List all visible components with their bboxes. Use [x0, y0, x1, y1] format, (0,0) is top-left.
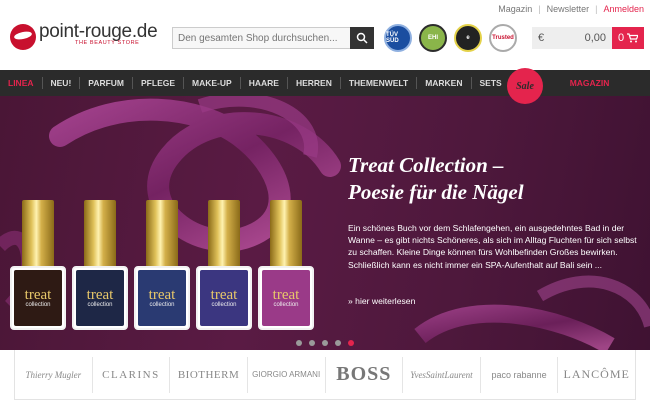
bottle-label: treat	[148, 287, 176, 303]
bottle-glass: treat collection	[72, 266, 128, 330]
cart-icon	[627, 33, 639, 43]
bottle-glass: treat collection	[258, 266, 314, 330]
sale-badge[interactable]: Sale	[507, 68, 543, 104]
bottle-cap	[208, 200, 240, 268]
slider-dots	[296, 340, 354, 346]
hero-banner[interactable]: treat collection treat collection treat col…	[0, 96, 650, 350]
nail-polish-bottle: treat collection	[134, 200, 190, 330]
main-nav: LINEA NEU! PARFUM PFLEGE MAKE-UP HAARE H…	[0, 70, 650, 96]
bottle-sublabel: collection	[149, 302, 175, 308]
cart-currency: €	[538, 32, 545, 44]
hero-title-line1: Treat Collection –	[348, 153, 504, 177]
bottle-sublabel: collection	[87, 302, 113, 308]
slider-dot[interactable]	[335, 340, 341, 346]
bottle-sublabel: collection	[25, 302, 51, 308]
trusted-badge[interactable]: Trusted	[489, 24, 517, 52]
brand-boss[interactable]: BOSS	[326, 356, 404, 393]
cart-button[interactable]: 0	[612, 27, 644, 49]
nav-sets[interactable]: SETS	[472, 77, 510, 89]
hero-text: Ein schönes Buch vor dem Schlafengehen, …	[348, 223, 637, 270]
brand-giorgio-armani[interactable]: GIORGIO ARMANI	[248, 356, 326, 393]
hero-title-line2: Poesie für die Nägel	[348, 180, 524, 204]
search-input[interactable]	[172, 27, 350, 49]
trusted-shops-badge[interactable]: e	[454, 24, 482, 52]
search-icon	[356, 32, 368, 44]
nav-magazin[interactable]: MAGAZIN	[570, 78, 610, 88]
login-link[interactable]: Anmelden	[603, 4, 644, 14]
newsletter-link[interactable]: Newsletter	[547, 4, 590, 14]
bottle-label: treat	[210, 287, 238, 303]
ehi-badge[interactable]: EHI	[419, 24, 447, 52]
polish-label: treat collection	[262, 270, 310, 326]
polish-label: treat collection	[14, 270, 62, 326]
brand-thierry-mugler[interactable]: Thierry Mugler	[15, 356, 93, 393]
brand-biotherm[interactable]: BIOTHERM	[170, 356, 248, 393]
logo[interactable]: point-rouge.de THE BEAUTY STORE	[10, 21, 158, 50]
separator: |	[538, 4, 541, 14]
slider-dot[interactable]	[322, 340, 328, 346]
read-more-link[interactable]: » hier weiterlesen	[348, 296, 415, 306]
search-bar	[172, 27, 374, 49]
slider-dot-active[interactable]	[348, 340, 354, 346]
brand-paco-rabanne[interactable]: paco rabanne	[481, 356, 559, 393]
separator: |	[595, 4, 598, 14]
polish-label: treat collection	[76, 270, 124, 326]
cart-total: 0,00	[584, 32, 606, 44]
polish-label: treat collection	[138, 270, 186, 326]
bottle-glass: treat collection	[196, 266, 252, 330]
bottle-sublabel: collection	[273, 302, 299, 308]
bottle-glass: treat collection	[134, 266, 190, 330]
bottle-cap	[270, 200, 302, 268]
bottle-cap	[84, 200, 116, 268]
nav-haare[interactable]: HAARE	[241, 77, 288, 89]
nail-polish-bottle: treat collection	[258, 200, 314, 330]
tuev-badge[interactable]: TÜV SÜD	[384, 24, 412, 52]
trust-badges: TÜV SÜD EHI e Trusted	[384, 24, 517, 52]
nail-polish-bottle: treat collection	[72, 200, 128, 330]
nail-polish-bottle: treat collection	[10, 200, 66, 330]
nav-themenwelt[interactable]: THEMENWELT	[341, 77, 418, 89]
brand-ysl[interactable]: YvesSaintLaurent	[403, 356, 481, 393]
nav-linea[interactable]: LINEA	[0, 77, 43, 89]
cart[interactable]: € 0,00 0	[532, 27, 644, 49]
cart-amount: € 0,00	[532, 27, 612, 49]
bottle-cap	[22, 200, 54, 268]
polish-label: treat collection	[200, 270, 248, 326]
bottle-sublabel: collection	[211, 302, 237, 308]
bottle-cap	[146, 200, 178, 268]
bottle-glass: treat collection	[10, 266, 66, 330]
bottle-label: treat	[272, 287, 300, 303]
logo-mark-icon	[10, 24, 36, 50]
magazin-link[interactable]: Magazin	[498, 4, 532, 14]
nav-parfum[interactable]: PARFUM	[80, 77, 134, 89]
logo-name: point-rouge.de	[39, 21, 158, 42]
slider-dot[interactable]	[296, 340, 302, 346]
nav-neu[interactable]: NEU!	[43, 77, 81, 89]
bottle-label: treat	[86, 287, 114, 303]
brand-clarins[interactable]: CLARINS	[93, 356, 171, 393]
cart-count: 0	[617, 32, 625, 44]
nav-herren[interactable]: HERREN	[288, 77, 341, 89]
bottle-label: treat	[24, 287, 52, 303]
top-links: Magazin | Newsletter | Anmelden	[498, 4, 644, 14]
nail-polish-bottle: treat collection	[196, 200, 252, 330]
nav-marken[interactable]: MARKEN	[417, 77, 472, 89]
brand-lancome[interactable]: LANCÔME	[558, 357, 635, 393]
slider-dot[interactable]	[309, 340, 315, 346]
nav-pflege[interactable]: PFLEGE	[133, 77, 185, 89]
brand-strip: Thierry Mugler CLARINS BIOTHERM GIORGIO …	[14, 350, 636, 400]
hero-title: Treat Collection – Poesie für die Nägel	[348, 152, 638, 206]
search-button[interactable]	[350, 27, 374, 49]
nav-make-up[interactable]: MAKE-UP	[184, 77, 241, 89]
